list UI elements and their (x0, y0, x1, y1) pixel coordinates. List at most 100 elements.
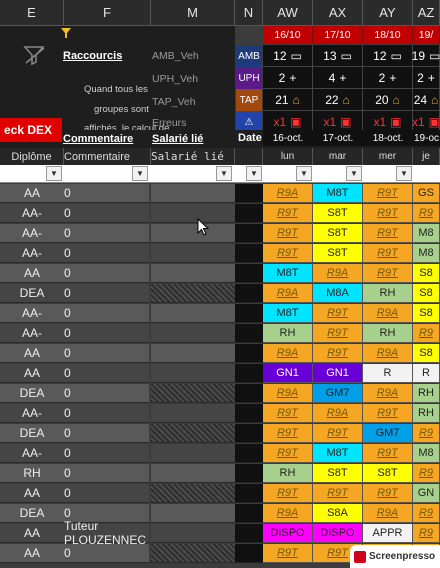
schedule-cell[interactable]: R9 (413, 464, 440, 483)
diplome-cell[interactable]: AA (0, 484, 64, 503)
date-cell[interactable] (235, 384, 263, 403)
schedule-cell[interactable]: R9T (313, 484, 363, 503)
salarie-lie-cell[interactable] (151, 204, 235, 223)
schedule-cell[interactable]: R9A (263, 184, 313, 203)
schedule-cell[interactable]: DISPO (263, 524, 313, 543)
salarie-lie-cell[interactable] (151, 264, 235, 283)
diplome-cell[interactable]: AA (0, 344, 64, 363)
commentaire-cell[interactable]: 0 (64, 364, 149, 383)
salarie-lie-cell[interactable] (151, 224, 235, 243)
commentaire-cell[interactable]: 0 (64, 444, 149, 463)
date-cell[interactable] (235, 424, 263, 443)
commentaire-cell[interactable]: 0 (64, 204, 149, 223)
schedule-cell[interactable]: M8T (263, 264, 313, 283)
diplome-cell[interactable]: AA (0, 524, 64, 543)
commentaire-cell[interactable]: 0 (64, 484, 149, 503)
date-cell[interactable] (235, 284, 263, 303)
schedule-cell[interactable]: R9T (363, 404, 413, 423)
schedule-cell[interactable]: GM7 (313, 384, 363, 403)
schedule-cell[interactable]: R9A (363, 384, 413, 403)
schedule-cell[interactable]: RH (413, 384, 440, 403)
filter-dropdown-f[interactable]: ▼ (132, 166, 148, 181)
salarie-lie-cell[interactable] (151, 364, 235, 383)
commentaire-cell[interactable]: 0 (64, 224, 149, 243)
schedule-cell[interactable]: R9A (263, 284, 313, 303)
commentaire-cell[interactable]: 0 (64, 264, 149, 283)
schedule-cell[interactable]: S8T (313, 224, 363, 243)
schedule-cell[interactable]: DISPO (313, 524, 363, 543)
date-cell[interactable] (235, 264, 263, 283)
schedule-cell[interactable]: R9T (313, 304, 363, 323)
date-cell[interactable] (235, 184, 263, 203)
diplome-cell[interactable]: AA (0, 544, 64, 563)
salarie-lie-cell[interactable] (151, 404, 235, 423)
col-header-e[interactable]: E (0, 0, 64, 26)
date-cell[interactable] (235, 344, 263, 363)
schedule-cell[interactable]: R9T (263, 404, 313, 423)
date-cell[interactable] (235, 484, 263, 503)
diplome-cell[interactable]: AA (0, 264, 64, 283)
salarie-lie-cell[interactable] (151, 284, 235, 303)
schedule-cell[interactable]: S8T (313, 244, 363, 263)
diplome-cell[interactable]: AA- (0, 324, 64, 343)
col-header-ax[interactable]: AX (313, 0, 363, 26)
schedule-cell[interactable]: R9T (263, 484, 313, 503)
salarie-lie-cell[interactable] (151, 504, 235, 523)
schedule-cell[interactable]: R9A (263, 344, 313, 363)
schedule-cell[interactable]: R9 (413, 424, 440, 443)
col-header-ay[interactable]: AY (363, 0, 413, 26)
date-cell[interactable] (235, 464, 263, 483)
schedule-cell[interactable]: R9T (313, 424, 363, 443)
schedule-cell[interactable]: R9 (413, 324, 440, 343)
schedule-cell[interactable]: GS (413, 184, 440, 203)
schedule-cell[interactable]: R9 (413, 504, 440, 523)
schedule-cell[interactable]: R9T (263, 244, 313, 263)
date-cell[interactable] (235, 364, 263, 383)
schedule-cell[interactable]: M8T (313, 184, 363, 203)
schedule-cell[interactable]: R9T (313, 344, 363, 363)
schedule-cell[interactable]: S8T (313, 464, 363, 483)
schedule-cell[interactable]: R9T (263, 224, 313, 243)
schedule-cell[interactable]: S8T (363, 464, 413, 483)
schedule-cell[interactable]: R9T (363, 484, 413, 503)
salarie-lie-cell[interactable] (151, 444, 235, 463)
date-cell[interactable] (235, 244, 263, 263)
diplome-cell[interactable]: AA- (0, 224, 64, 243)
date-cell[interactable] (235, 504, 263, 523)
schedule-cell[interactable]: R9T (363, 264, 413, 283)
schedule-cell[interactable]: M8 (413, 444, 440, 463)
schedule-cell[interactable]: APPR (363, 524, 413, 543)
diplome-cell[interactable]: AA- (0, 304, 64, 323)
schedule-cell[interactable]: RH (363, 284, 413, 303)
diplome-cell[interactable]: DEA (0, 424, 64, 443)
col-header-az[interactable]: AZ (413, 0, 440, 26)
date-cell[interactable] (235, 204, 263, 223)
commentaire-cell[interactable]: 0 (64, 244, 149, 263)
col-header-n[interactable]: N (235, 0, 263, 26)
schedule-cell[interactable]: R9T (363, 184, 413, 203)
schedule-cell[interactable]: RH (413, 404, 440, 423)
commentaire-cell[interactable]: 0 (64, 424, 149, 443)
schedule-cell[interactable]: R9T (263, 424, 313, 443)
filter-dropdown-e[interactable]: ▼ (46, 166, 62, 181)
date-cell[interactable] (235, 524, 263, 543)
commentaire-cell[interactable]: 0 (64, 464, 149, 483)
schedule-cell[interactable]: GN1 (313, 364, 363, 383)
schedule-cell[interactable]: R9A (363, 304, 413, 323)
date-cell[interactable] (235, 444, 263, 463)
schedule-cell[interactable]: R9A (363, 504, 413, 523)
diplome-cell[interactable]: AA- (0, 444, 64, 463)
schedule-cell[interactable]: R9T (363, 444, 413, 463)
commentaire-cell[interactable]: Tuteur PLOUZENNEC (64, 519, 149, 547)
col-header-m[interactable]: M (151, 0, 235, 26)
schedule-cell[interactable]: M8A (313, 284, 363, 303)
schedule-cell[interactable]: RH (363, 324, 413, 343)
diplome-cell[interactable]: AA- (0, 404, 64, 423)
date-cell[interactable] (235, 224, 263, 243)
filter-dropdown-n[interactable]: ▼ (246, 166, 262, 181)
schedule-cell[interactable]: R9T (363, 224, 413, 243)
shortcuts-link[interactable]: Raccourcis (63, 50, 122, 62)
schedule-cell[interactable]: GM7 (363, 424, 413, 443)
schedule-cell[interactable]: GN (413, 484, 440, 503)
schedule-cell[interactable]: R9A (263, 384, 313, 403)
